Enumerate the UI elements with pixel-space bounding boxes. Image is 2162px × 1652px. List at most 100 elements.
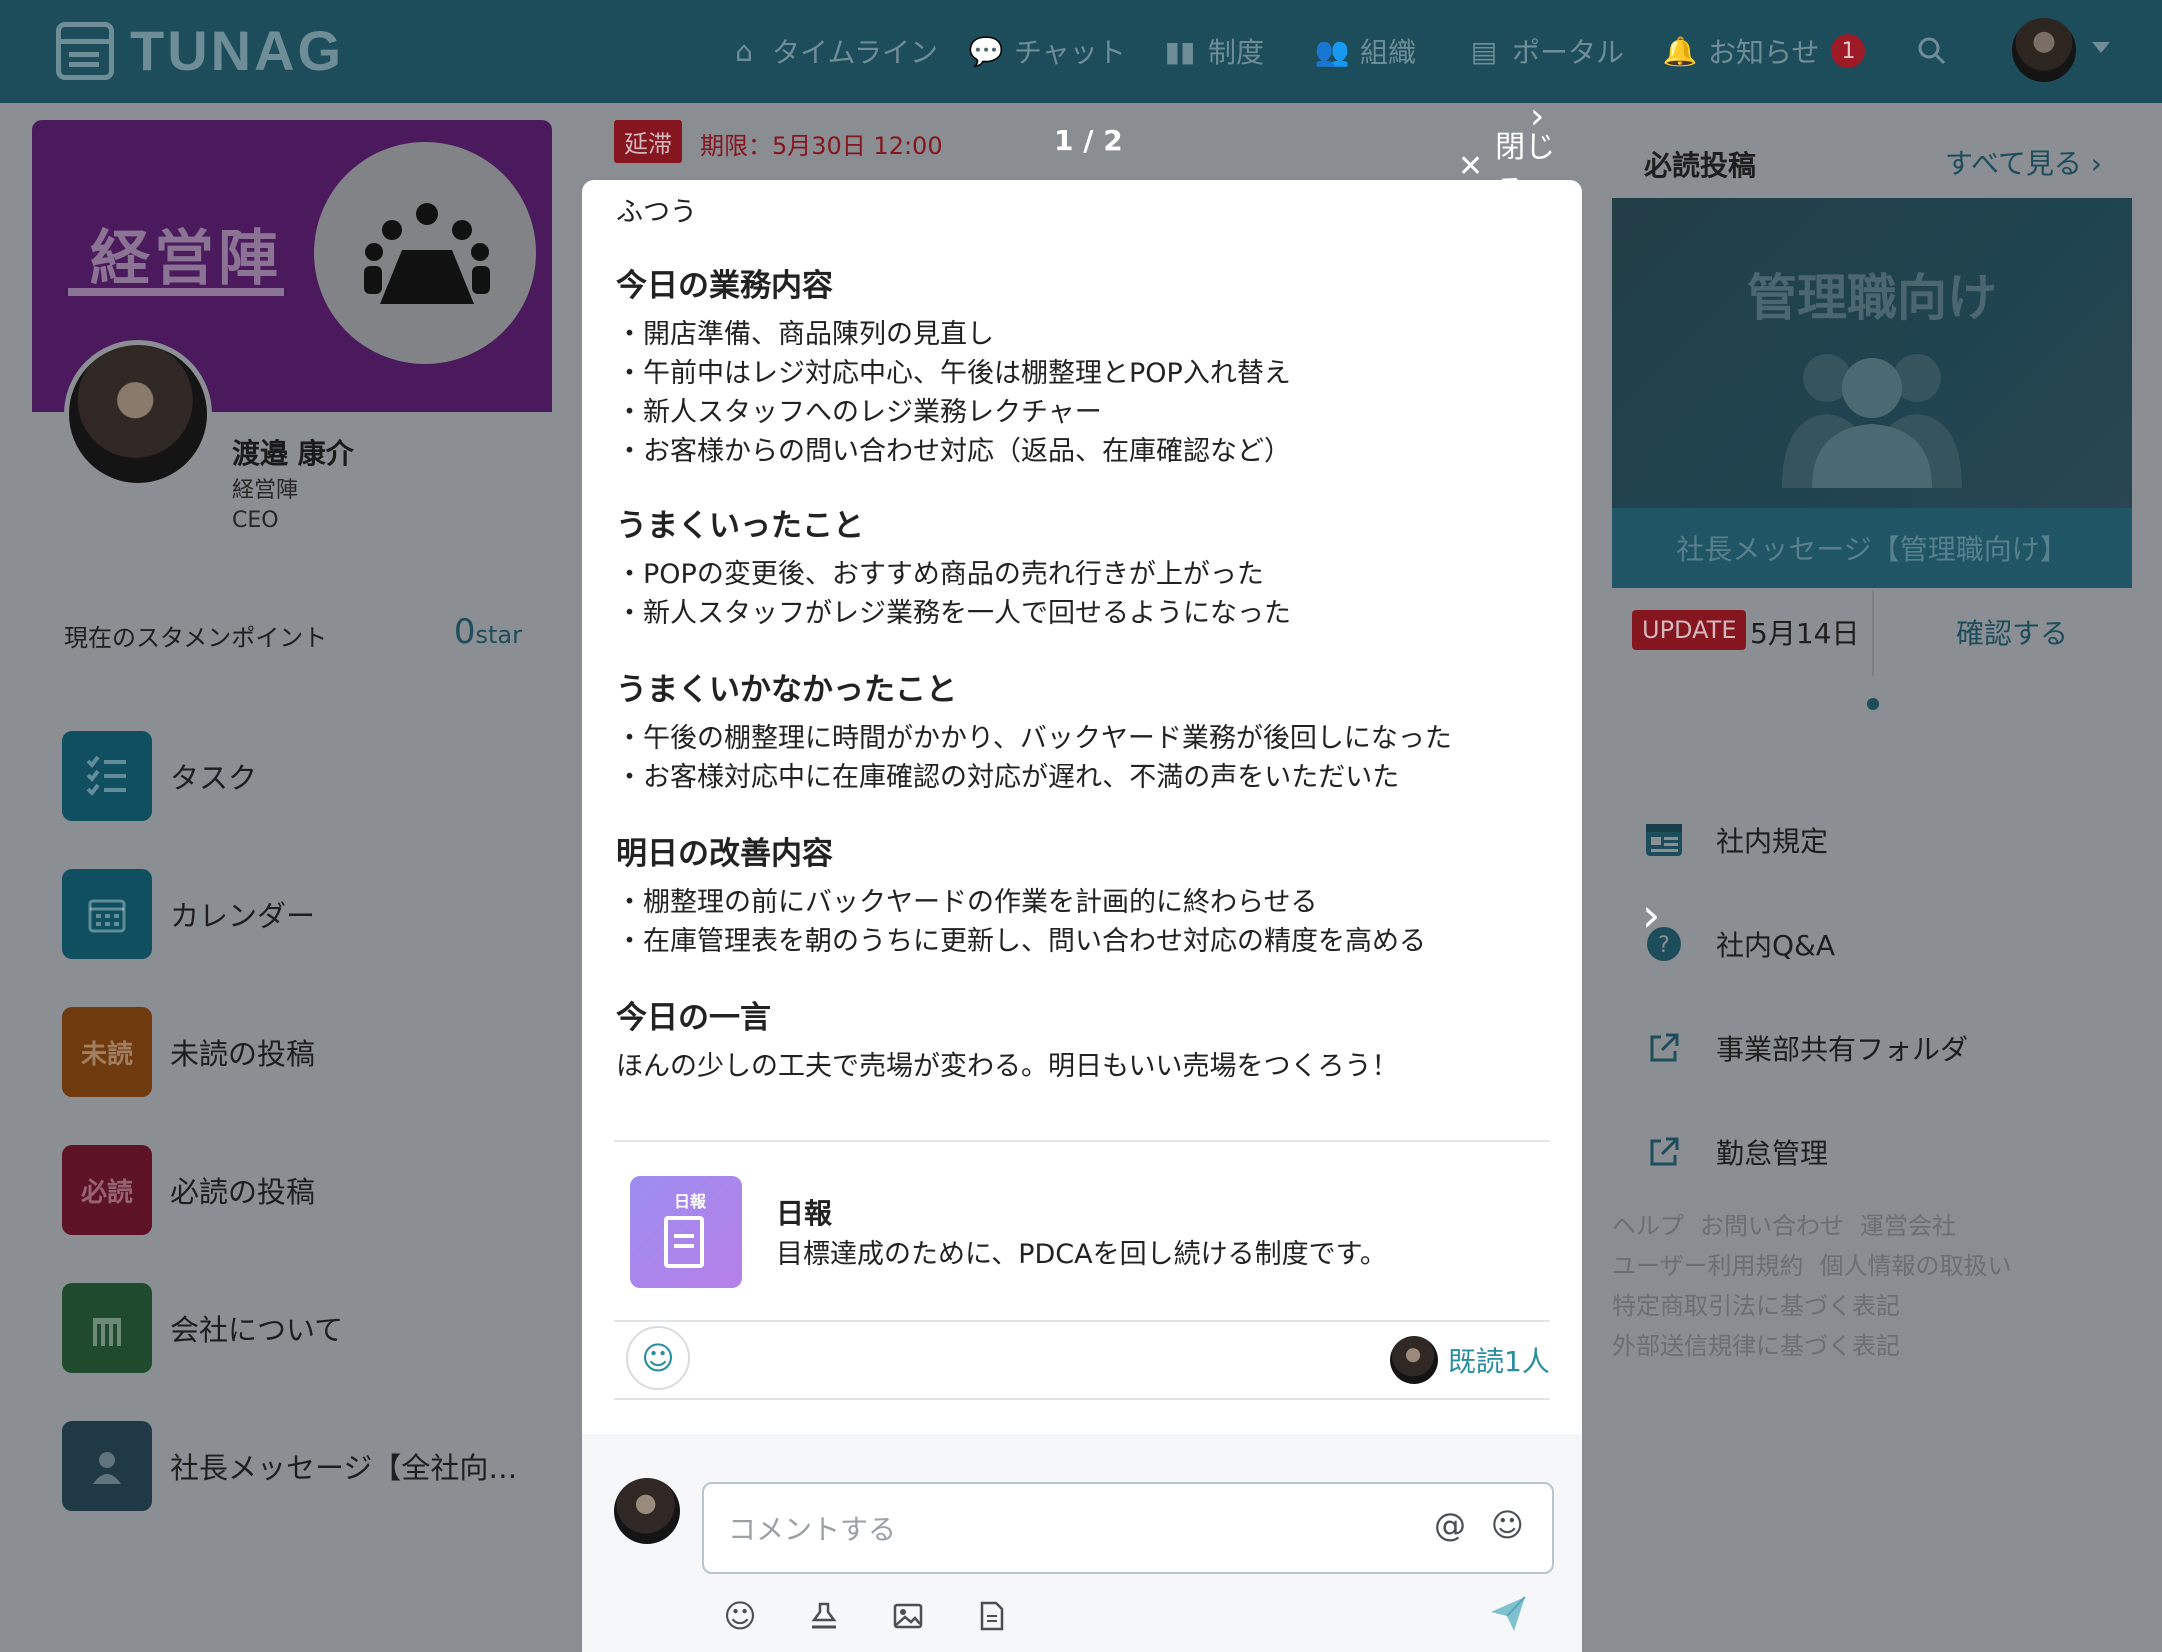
portal-icon: ▤ (1470, 34, 1498, 68)
profile-name[interactable]: 渡邉 康介 (232, 432, 354, 472)
stamp-button[interactable] (804, 1596, 844, 1636)
menu-item-president-message[interactable]: 社長メッセージ【全社向… (62, 1420, 532, 1512)
section-line: ・お客様からの問い合わせ対応（返品、在庫確認など） (616, 436, 1291, 467)
menu-label: 未読の投稿 (170, 1037, 316, 1071)
link-company-qa[interactable]: ? 社内Q&A (1642, 914, 1835, 974)
commenter-avatar (614, 1478, 680, 1544)
update-date: 5月14日 (1750, 617, 1860, 650)
divider (614, 1398, 1550, 1400)
see-all-link[interactable]: すべて見る › (1945, 142, 2102, 182)
next-post-icon[interactable]: › (1642, 888, 1660, 942)
footer-link-terms[interactable]: ユーザー利用規約 (1612, 1252, 1804, 1280)
footer-link-contact[interactable]: お問い合わせ (1700, 1212, 1844, 1240)
must-read-caption[interactable]: 社長メッセージ【管理職向け】 (1612, 508, 2132, 588)
menu-label: 社長メッセージ【全社向… (170, 1451, 518, 1485)
nav-label: ポータル (1512, 36, 1625, 69)
footer-link-privacy[interactable]: 個人情報の取扱い (1820, 1252, 2012, 1280)
pager-indicator: 1 / 2 (1054, 124, 1123, 157)
link-label: 勤怠管理 (1716, 1137, 1829, 1170)
footer-link-company[interactable]: 運営会社 (1860, 1212, 1956, 1240)
menu-item-about-company[interactable]: 会社について (62, 1282, 532, 1374)
file-attach-button[interactable] (972, 1596, 1012, 1636)
nav-label: 組織 (1360, 36, 1417, 69)
shortcut-menu: タスク カレンダー 未読 未読の投稿 必読 必読の投稿 会社について 社長メッセ… (32, 706, 552, 1534)
book-icon: ▮▮ (1164, 34, 1196, 68)
must-read-card: 必読投稿 すべて見る › 管理職向け 社長メッセージ【管理職向け】 UPDATE… (1612, 120, 2132, 676)
nav-timeline[interactable]: ⌂ タイムライン (728, 26, 938, 76)
link-company-rules[interactable]: 社内規定 (1642, 810, 1828, 870)
unread-icon: 未読 (62, 1007, 152, 1097)
emoji-picker-button[interactable]: ☺ (720, 1596, 760, 1636)
section-heading: 明日の改善内容 (616, 836, 833, 872)
image-icon (893, 1603, 923, 1629)
must-read-thumbnail[interactable]: 管理職向け (1612, 198, 2132, 508)
next-page-icon[interactable]: › (1530, 96, 1544, 137)
link-label: 社内Q&A (1716, 929, 1836, 962)
send-icon (1491, 1596, 1526, 1631)
managers-icon (1782, 354, 1962, 488)
menu-item-calendar[interactable]: カレンダー (62, 868, 532, 960)
section-heading: 今日の業務内容 (616, 268, 833, 304)
mention-icon[interactable]: @ (1434, 1506, 1466, 1544)
post-detail-modal: ふつう 今日の業務内容 ・開店準備、商品陳列の見直し ・午前中はレジ対応中心、午… (582, 180, 1582, 1652)
read-count-link[interactable]: 既読1人 (1448, 1340, 1550, 1380)
banner-underline (68, 288, 284, 296)
add-reaction-button[interactable]: ☺ (626, 1326, 690, 1390)
system-description: 目標達成のために、PDCAを回し続ける制度です。 (776, 1239, 1387, 1270)
building-icon (62, 1283, 152, 1373)
logo-text[interactable]: TUNAG (130, 18, 344, 83)
section-line: ・午後の棚整理に時間がかかり、バックヤード業務が後回しになった (616, 723, 1452, 754)
nav-chat[interactable]: 💬 チャット (969, 26, 1126, 76)
daily-report-system-icon[interactable]: 日報 (630, 1176, 742, 1288)
nav-label: チャット (1014, 36, 1126, 69)
rules-icon (1642, 818, 1686, 862)
comment-input[interactable] (726, 1506, 1390, 1552)
footer-link-external-transmission[interactable]: 外部送信規律に基づく表記 (1612, 1332, 1900, 1360)
emoji-add-icon: ☺ (641, 1339, 675, 1377)
search-button[interactable] (1916, 26, 1948, 76)
chevron-down-icon[interactable] (2092, 42, 2110, 53)
nav-notifications[interactable]: 🔔 お知らせ 1 (1662, 26, 1866, 76)
stamen-points-label: 現在のスタメンポイント (64, 624, 328, 652)
confirm-button[interactable]: 確認する (1912, 612, 2112, 652)
profile-avatar[interactable] (64, 340, 212, 488)
stamp-icon (811, 1602, 837, 1629)
menu-item-tasks[interactable]: タスク (62, 730, 532, 822)
modal-top-bar: 延滞 期限：5月30日 12:00 1 / 2 ✕ 閉じる (614, 120, 1584, 209)
section-line: ・開店準備、商品陳列の見直し (616, 319, 994, 350)
menu-item-unread-posts[interactable]: 未読 未読の投稿 (62, 1006, 532, 1098)
reader-avatar (1390, 1336, 1438, 1384)
system-name[interactable]: 日報 (776, 1192, 832, 1232)
section-line: ・新人スタッフがレジ業務を一人で回せるようになった (616, 598, 1291, 629)
link-label: 事業部共有フォルダ (1716, 1033, 1969, 1066)
section-line: ・棚整理の前にバックヤードの作業を計画的に終わらせる (616, 887, 1318, 918)
search-icon (1916, 35, 1948, 67)
footer-link-help[interactable]: ヘルプ (1612, 1212, 1684, 1240)
profile-card: 経営陣 渡邉 康介 経営陣 CEO (32, 120, 552, 562)
thumbnail-title: 管理職向け (1747, 269, 1997, 327)
close-icon: ✕ (1458, 148, 1484, 184)
footer-links: ヘルプ お問い合わせ 運営会社 ユーザー利用規約 個人情報の取扱い 特定商取引法に基づ… (1612, 1206, 2152, 1366)
footer-link-commerce-law[interactable]: 特定商取引法に基づく表記 (1612, 1292, 1900, 1320)
smile-icon: ☺ (723, 1597, 757, 1635)
emoji-icon[interactable]: ☺ (1491, 1506, 1524, 1544)
logo-icon[interactable] (56, 22, 114, 80)
nav-organization[interactable]: 👥 組織 (1315, 26, 1417, 76)
comment-area: @ ☺ ☺ (582, 1434, 1582, 1652)
menu-item-must-read-posts[interactable]: 必読 必読の投稿 (62, 1144, 532, 1236)
link-label: 社内規定 (1716, 825, 1829, 858)
notification-badge: 1 (1831, 34, 1866, 68)
send-button[interactable] (1488, 1594, 1528, 1643)
section-heading: うまくいったこと (616, 508, 864, 544)
carousel-dot[interactable] (1867, 698, 1879, 710)
profile-role: CEO (232, 508, 279, 533)
stamen-points-card[interactable]: 現在のスタメンポイント 0star (32, 594, 552, 676)
link-attendance[interactable]: 勤怠管理 (1642, 1122, 1828, 1182)
image-attach-button[interactable] (888, 1596, 928, 1636)
bell-icon: 🔔 (1662, 34, 1698, 68)
nav-portal[interactable]: ▤ ポータル (1468, 26, 1624, 76)
nav-system[interactable]: ▮▮ 制度 (1164, 26, 1264, 76)
user-avatar[interactable] (2012, 18, 2076, 82)
divider (1872, 590, 1874, 676)
link-shared-folder[interactable]: 事業部共有フォルダ (1642, 1018, 1968, 1078)
